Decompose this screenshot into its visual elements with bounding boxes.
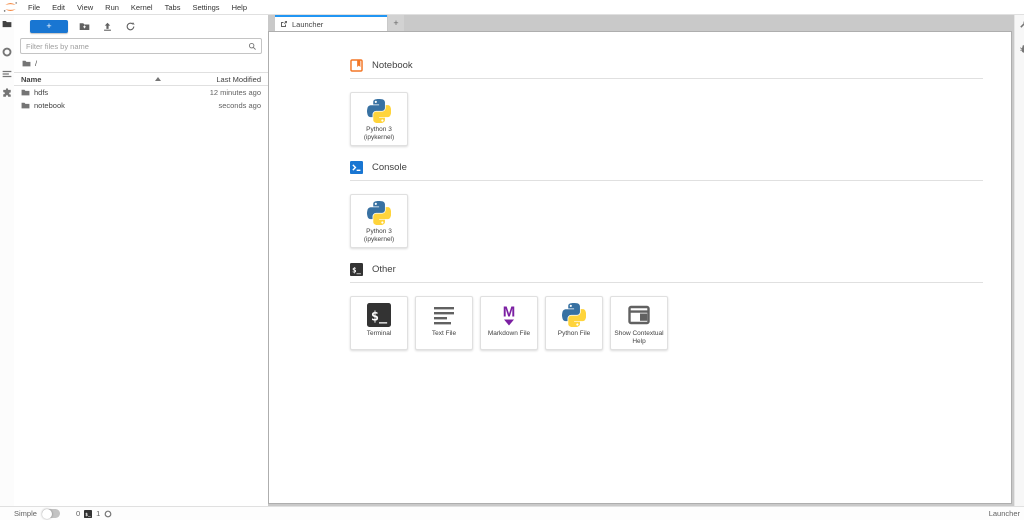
folder-icon xyxy=(21,88,30,97)
section-title: Console xyxy=(372,162,407,173)
menu-run[interactable]: Run xyxy=(99,0,125,15)
terminals-count: 0 xyxy=(76,509,80,518)
python-icon xyxy=(367,201,391,225)
section-title: Notebook xyxy=(372,60,413,71)
file-browser-panel: + / Name Last Modified hdfs 12 mi xyxy=(14,15,268,506)
section-title: Other xyxy=(372,264,396,275)
section-console: Console Python 3 (ipykernel) xyxy=(350,161,983,248)
launcher-card-python-file[interactable]: Python File xyxy=(545,296,603,350)
sort-ascending-icon xyxy=(155,77,161,81)
card-label: Show Contextual Help xyxy=(611,330,667,347)
tab-launcher[interactable]: Launcher xyxy=(275,15,387,31)
filter-files-input[interactable] xyxy=(21,42,261,51)
section-other: Other Terminal xyxy=(350,263,983,350)
menu-view[interactable]: View xyxy=(71,0,99,15)
launcher-card-text-file[interactable]: Text File xyxy=(415,296,473,350)
launcher-card-contextual-help[interactable]: Show Contextual Help xyxy=(610,296,668,350)
filter-files-box xyxy=(20,38,262,54)
jupyter-logo xyxy=(3,1,18,13)
notebook-icon xyxy=(350,59,363,72)
section-notebook: Notebook Python 3 (ipykernel) xyxy=(350,59,983,146)
launcher-card-console-python3[interactable]: Python 3 (ipykernel) xyxy=(350,194,408,248)
console-icon xyxy=(350,161,363,174)
file-modified: seconds ago xyxy=(181,101,261,110)
home-folder-icon xyxy=(22,59,31,68)
debugger-icon[interactable] xyxy=(1018,43,1024,55)
svg-text:M: M xyxy=(503,304,516,321)
file-list-header: Name Last Modified xyxy=(14,72,268,86)
python-icon xyxy=(367,99,391,123)
main-dock-panel: Launcher + Notebook xyxy=(268,15,1014,506)
extensions-icon[interactable] xyxy=(1,87,13,99)
simple-mode-label: Simple xyxy=(14,509,37,518)
new-folder-icon[interactable] xyxy=(77,19,91,33)
markdown-icon: M xyxy=(497,303,521,327)
tab-bar: Launcher + xyxy=(268,15,1014,31)
menu-bar: File Edit View Run Kernel Tabs Settings … xyxy=(0,0,1024,15)
tab-label: Launcher xyxy=(292,20,323,29)
text-file-icon xyxy=(432,303,456,327)
card-label: Python 3 (ipykernel) xyxy=(351,228,407,245)
left-sidebar xyxy=(0,15,14,506)
launcher-icon xyxy=(280,20,288,28)
menu-kernel[interactable]: Kernel xyxy=(125,0,159,15)
file-name: hdfs xyxy=(34,88,48,97)
menu-edit[interactable]: Edit xyxy=(46,0,71,15)
property-inspector-icon[interactable] xyxy=(1018,18,1024,30)
card-label: Text File xyxy=(429,330,459,338)
file-browser-toolbar: + xyxy=(14,15,268,37)
launcher-card-notebook-python3[interactable]: Python 3 (ipykernel) xyxy=(350,92,408,146)
table-of-contents-icon[interactable] xyxy=(1,68,13,80)
file-row-notebook[interactable]: notebook seconds ago xyxy=(14,99,268,112)
upload-icon[interactable] xyxy=(100,19,114,33)
running-kernels-icon[interactable] xyxy=(1,46,13,58)
file-modified: 12 minutes ago xyxy=(181,88,261,97)
refresh-icon[interactable] xyxy=(123,19,137,33)
kernel-status-icon xyxy=(104,510,112,518)
search-icon xyxy=(248,42,257,51)
launcher-panel: Notebook Python 3 (ipykernel) xyxy=(268,31,1012,504)
statusbar-context-label: Launcher xyxy=(989,509,1020,518)
right-sidebar xyxy=(1014,15,1024,506)
breadcrumb[interactable]: / xyxy=(14,57,268,70)
toggle-knob xyxy=(42,509,52,519)
kernel-terminal-counts[interactable]: 0 1 xyxy=(76,509,112,518)
new-launcher-button[interactable]: + xyxy=(30,20,68,33)
menu-file[interactable]: File xyxy=(22,0,46,15)
menu-help[interactable]: Help xyxy=(226,0,253,15)
breadcrumb-path: / xyxy=(35,59,37,68)
file-name: notebook xyxy=(34,101,65,110)
python-icon xyxy=(562,303,586,327)
launcher-card-markdown-file[interactable]: M Markdown File xyxy=(480,296,538,350)
launcher-card-terminal[interactable]: Terminal xyxy=(350,296,408,350)
file-browser-icon[interactable] xyxy=(1,18,13,30)
file-row-hdfs[interactable]: hdfs 12 minutes ago xyxy=(14,86,268,99)
kernels-count: 1 xyxy=(96,509,100,518)
column-name-header[interactable]: Name xyxy=(21,75,189,84)
column-modified-header[interactable]: Last Modified xyxy=(189,75,261,84)
simple-mode-toggle[interactable] xyxy=(42,509,60,518)
terminal-status-icon xyxy=(84,510,92,518)
name-column-label: Name xyxy=(21,75,41,84)
card-label: Markdown File xyxy=(485,330,533,338)
contextual-help-icon xyxy=(627,303,651,327)
card-label: Python 3 (ipykernel) xyxy=(351,126,407,143)
card-label: Terminal xyxy=(364,330,395,338)
folder-icon xyxy=(21,101,30,110)
status-bar: Simple 0 1 Launcher xyxy=(0,506,1024,520)
menu-settings[interactable]: Settings xyxy=(186,0,225,15)
card-label: Python File xyxy=(555,330,594,338)
terminal-icon xyxy=(350,263,363,276)
terminal-icon xyxy=(367,303,391,327)
menu-tabs[interactable]: Tabs xyxy=(159,0,187,15)
add-tab-button[interactable]: + xyxy=(388,15,404,31)
